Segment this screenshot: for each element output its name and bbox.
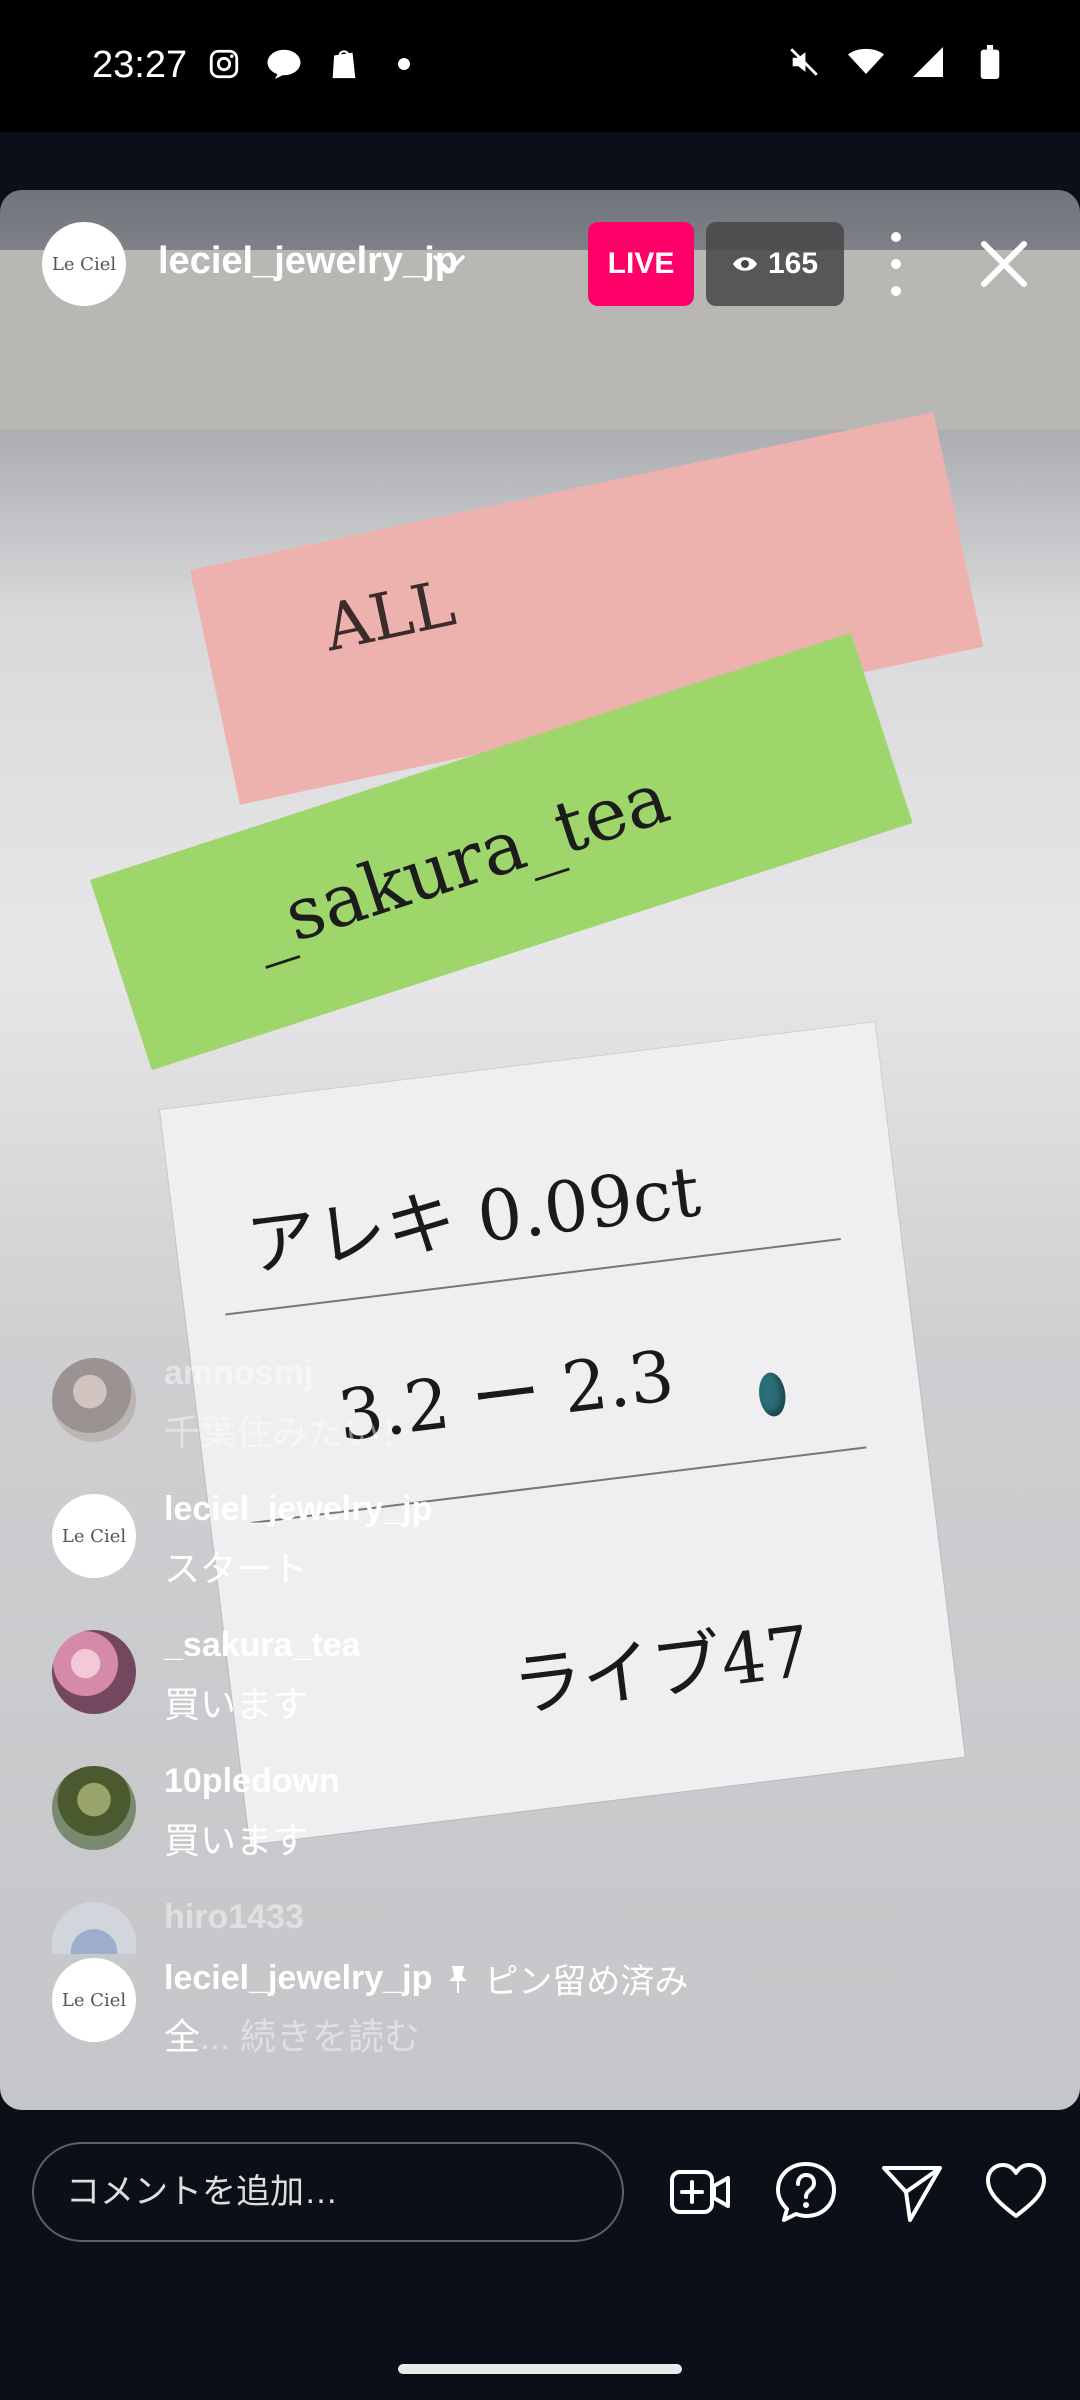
logo-text: Le Ciel	[51, 253, 117, 275]
instagram-icon	[206, 46, 242, 82]
comment-item[interactable]: 10pledown 買います	[52, 1758, 1032, 1894]
read-more-link[interactable]: ... 続きを読む	[200, 2016, 420, 2057]
bottom-bar	[0, 2110, 1080, 2340]
status-right-icons	[786, 44, 1008, 80]
comment-user[interactable]: _sakura_tea	[164, 1626, 361, 1665]
card-line-1: アレキ 0.09ct	[242, 1150, 705, 1288]
pinned-label: ピン留め済み	[484, 1963, 689, 2001]
mute-icon	[786, 44, 822, 80]
logo-text: Le Ciel	[61, 1989, 127, 2011]
comment-item[interactable]: Le Ciel leciel_jewelry_jp スタート	[52, 1486, 1032, 1622]
comment-user[interactable]: 10pledown	[164, 1762, 340, 1801]
avatar[interactable]	[52, 1902, 136, 1954]
logo-text: Le Ciel	[61, 1525, 127, 1547]
account-avatar[interactable]: Le Ciel	[42, 222, 126, 306]
close-icon[interactable]	[974, 234, 1034, 294]
signal-icon	[910, 44, 946, 80]
pink-note-text: ALL	[317, 566, 462, 667]
more-dot	[891, 286, 901, 296]
comment-item[interactable]: amnosmj 千葉住みたい！	[52, 1350, 1032, 1486]
chevron-down-icon[interactable]	[432, 252, 466, 276]
avatar[interactable]	[52, 1358, 136, 1442]
pinned-text-row: 全... 続きを読む	[164, 2008, 420, 2060]
battery-icon	[972, 44, 1008, 80]
dot-icon	[386, 46, 422, 82]
line-icon	[266, 46, 302, 82]
more-dot	[891, 259, 901, 269]
comment-text: 千葉住みたい！	[164, 1412, 417, 1453]
add-video-icon[interactable]	[668, 2160, 732, 2224]
shopify-icon	[326, 46, 362, 82]
comment-text: スタート	[164, 1548, 309, 1589]
viewer-count: 165	[767, 247, 819, 280]
pinned-comment[interactable]: Le Ciel leciel_jewelry_jp ピン留め済み 全... 続き…	[52, 1950, 1032, 2090]
eye-icon	[732, 257, 757, 271]
pinned-header: leciel_jewelry_jp ピン留め済み	[164, 1954, 688, 2003]
pin-icon	[449, 1965, 468, 1993]
comment-item[interactable]: hiro1433	[52, 1894, 1032, 1954]
status-bar: 23:27	[0, 0, 1080, 132]
comment-item[interactable]: _sakura_tea 買います	[52, 1622, 1032, 1758]
comment-input[interactable]	[32, 2142, 624, 2242]
heart-icon[interactable]	[984, 2160, 1048, 2224]
avatar[interactable]: Le Ciel	[52, 1494, 136, 1578]
avatar[interactable]	[52, 1630, 136, 1714]
comment-user[interactable]: leciel_jewelry_jp	[164, 1490, 432, 1529]
question-icon[interactable]	[774, 2160, 838, 2224]
comment-user[interactable]: leciel_jewelry_jp	[164, 1959, 432, 1998]
share-icon[interactable]	[880, 2160, 944, 2224]
comment-list[interactable]: amnosmj 千葉住みたい！ Le Ciel leciel_jewelry_j…	[52, 1350, 1032, 1954]
comment-user[interactable]: amnosmj	[164, 1354, 313, 1393]
avatar[interactable]: Le Ciel	[52, 1958, 136, 2042]
comment-user[interactable]: hiro1433	[164, 1898, 304, 1937]
more-options-button[interactable]	[880, 232, 912, 296]
comment-text: 買います	[164, 1820, 309, 1861]
home-indicator[interactable]	[398, 2364, 682, 2374]
status-left-icons	[206, 46, 422, 82]
avatar[interactable]	[52, 1766, 136, 1850]
comment-text: 買います	[164, 1684, 309, 1725]
live-badge: LIVE	[588, 222, 694, 306]
pinned-text: 全	[164, 2016, 201, 2057]
viewer-count-badge[interactable]: 165	[706, 222, 844, 306]
more-dot	[891, 232, 901, 242]
status-time: 23:27	[92, 44, 188, 86]
wifi-icon	[848, 44, 884, 80]
live-header: Le Ciel leciel_jewelry_jp LIVE 165	[0, 190, 1080, 350]
account-name[interactable]: leciel_jewelry_jp	[158, 240, 458, 283]
